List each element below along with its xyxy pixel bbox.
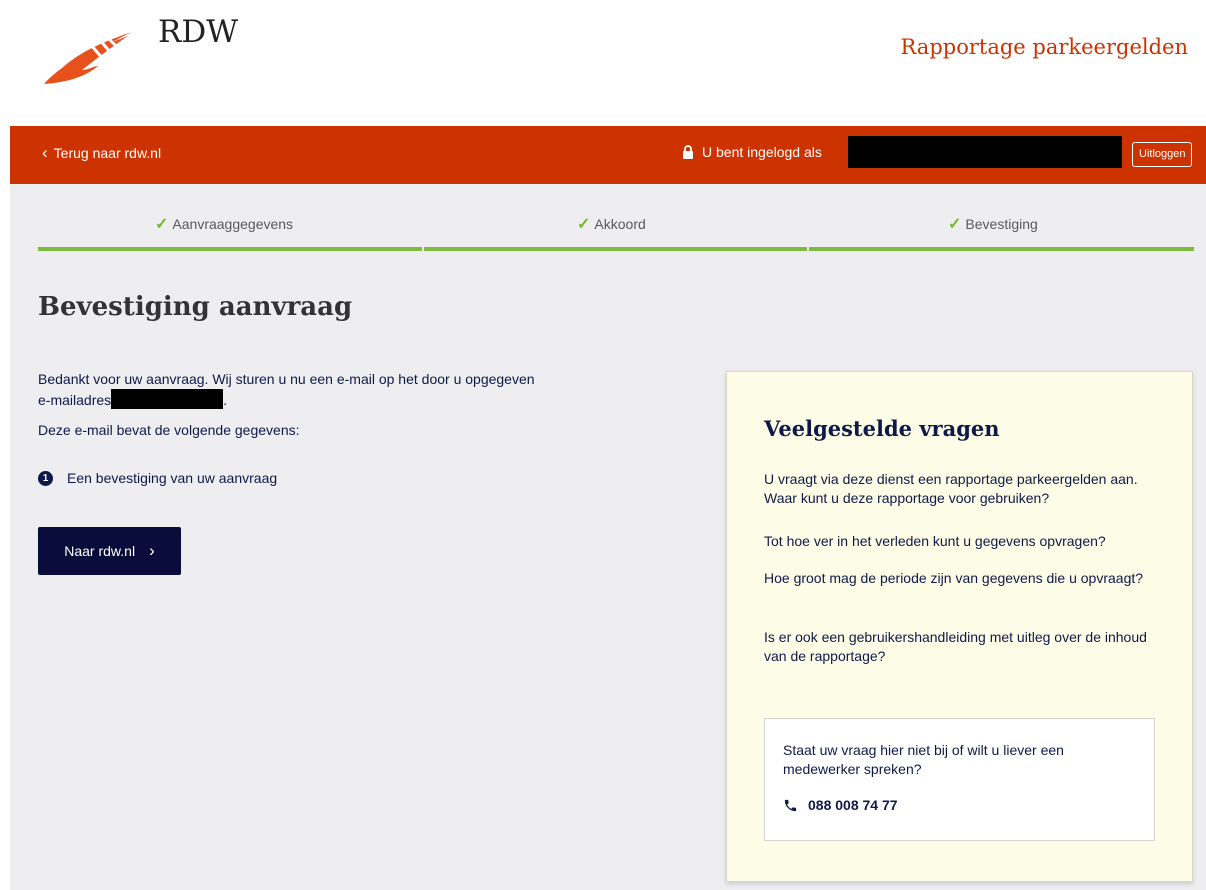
rdw-logo[interactable]: RDW: [40, 14, 270, 84]
logout-button[interactable]: Uitloggen: [1132, 142, 1193, 167]
faq-question[interactable]: Hoe groot mag de periode zijn van gegeve…: [764, 569, 1159, 588]
intro-end: .: [223, 392, 228, 408]
confirmation-message: Bedankt voor uw aanvraag. Wij sturen u n…: [38, 370, 628, 410]
back-to-rdw-link[interactable]: ‹ Terug naar rdw.nl: [42, 143, 162, 162]
checkmark-icon: ✓: [155, 216, 169, 233]
step-bevestiging: ✓ Bevestiging: [948, 214, 1038, 234]
chevron-right-icon: ›: [149, 541, 155, 560]
phone-link[interactable]: 088 008 74 77: [783, 797, 898, 813]
list-item: 1 Een bevestiging van uw aanvraag: [38, 470, 277, 486]
chevron-left-icon: ‹: [42, 143, 48, 162]
page-title: Bevestiging aanvraag: [38, 292, 353, 322]
faq-panel: Veelgestelde vragen U vraagt via deze di…: [726, 371, 1193, 882]
contact-text: Staat uw vraag hier niet bij of wilt u l…: [783, 742, 1064, 777]
rdw-logo-icon: [44, 32, 132, 84]
step-akkoord: ✓ Akkoord: [577, 214, 646, 234]
progress-bar: [38, 247, 1194, 251]
login-label: U bent ingelogd als: [702, 144, 822, 160]
checkmark-icon: ✓: [948, 216, 962, 233]
faq-title: Veelgestelde vragen: [764, 416, 1000, 441]
lock-icon: [683, 145, 693, 159]
faq-question[interactable]: Is er ook een gebruikershandleiding met …: [764, 628, 1159, 666]
top-navigation-bar: ‹ Terug naar rdw.nl U bent ingelogd als …: [10, 126, 1206, 184]
progress-steps: ✓ Aanvraaggegevens ✓ Akkoord ✓ Bevestigi…: [38, 184, 1194, 252]
progress-divider: [422, 247, 424, 251]
list-item-text: Een bevestiging van uw aanvraag: [67, 470, 278, 486]
checkmark-icon: ✓: [577, 216, 591, 233]
to-rdw-button[interactable]: Naar rdw.nl ›: [38, 527, 181, 575]
faq-question[interactable]: Tot hoe ver in het verleden kunt u gegev…: [764, 532, 1159, 551]
main-content: ✓ Aanvraaggegevens ✓ Akkoord ✓ Bevestigi…: [10, 184, 1206, 890]
step-label: Bevestiging: [965, 216, 1038, 232]
progress-divider: [807, 247, 809, 251]
logo-text: RDW: [158, 14, 239, 50]
phone-icon: [784, 799, 797, 811]
contact-box: Staat uw vraag hier niet bij of wilt u l…: [764, 718, 1155, 841]
phone-number: 088 008 74 77: [808, 797, 898, 813]
step-aanvraaggegevens: ✓ Aanvraaggegevens: [155, 214, 293, 234]
back-link-label: Terug naar rdw.nl: [53, 145, 162, 161]
step-label: Aanvraaggegevens: [172, 216, 294, 232]
site-header: RDW Rapportage parkeergelden: [0, 0, 1206, 126]
site-title: Rapportage parkeergelden: [900, 35, 1189, 59]
number-badge: 1: [38, 470, 53, 486]
login-status: U bent ingelogd als: [682, 144, 822, 160]
redacted-username: [848, 136, 1122, 168]
redacted-email: [111, 389, 224, 409]
intro-text: Bedankt voor uw aanvraag. Wij sturen u n…: [38, 371, 535, 387]
button-label: Naar rdw.nl: [64, 543, 136, 559]
step-label: Akkoord: [594, 216, 646, 232]
email-contents-label: Deze e-mail bevat de volgende gegevens:: [38, 422, 300, 438]
email-label: e-mailadres: [38, 392, 112, 408]
faq-question[interactable]: U vraagt via deze dienst een rapportage …: [764, 470, 1159, 508]
